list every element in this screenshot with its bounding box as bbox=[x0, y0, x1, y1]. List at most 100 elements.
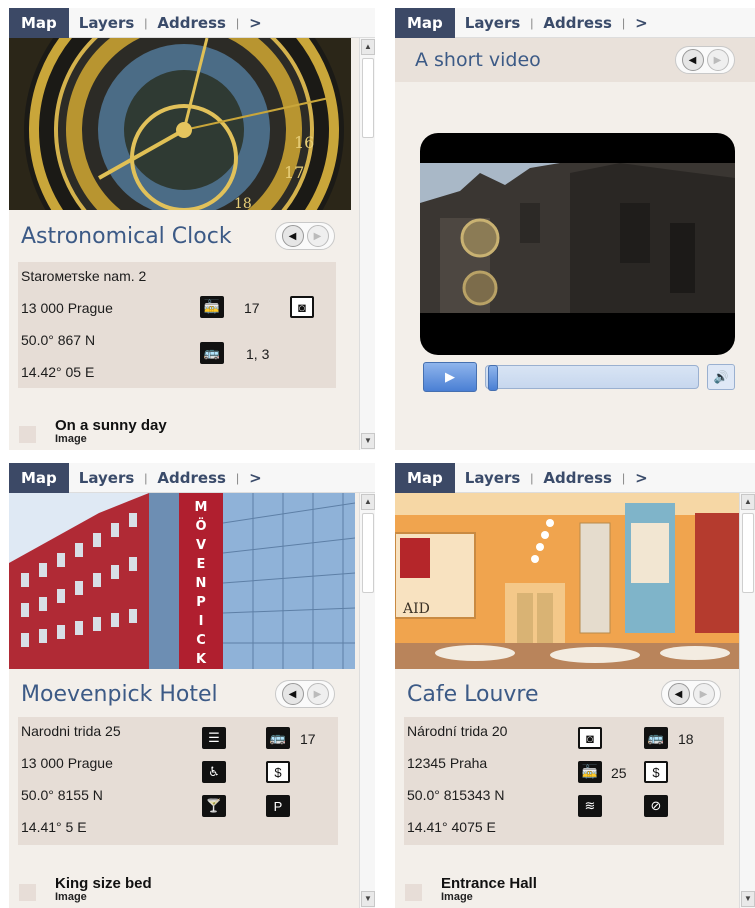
address-street: Narodni trida 25 bbox=[21, 723, 121, 739]
arrow-left-icon: ◀ bbox=[688, 54, 697, 66]
arrow-left-icon: ◀ bbox=[288, 688, 297, 700]
arrow-right-icon: ▶ bbox=[713, 54, 722, 66]
latitude: 50.0° 815343 N bbox=[407, 787, 505, 803]
tram-icon: 🚋 bbox=[578, 761, 602, 783]
tab-map[interactable]: Map bbox=[9, 463, 69, 493]
tab-layers[interactable]: Layers bbox=[69, 8, 145, 38]
address-city: 13 000 Prague bbox=[21, 755, 113, 771]
title-row: Moevenpick Hotel bbox=[21, 676, 218, 712]
bus-icon: 🚌 bbox=[200, 342, 224, 364]
caption-title[interactable]: King size bed bbox=[55, 875, 152, 892]
tab-map[interactable]: Map bbox=[395, 8, 455, 38]
scroll-up-button[interactable]: ▲ bbox=[741, 494, 755, 510]
tab-layers[interactable]: Layers bbox=[455, 8, 531, 38]
panel-short-video: Map Layers | Address | > A short video ◀… bbox=[395, 8, 755, 450]
tab-address[interactable]: Address bbox=[533, 8, 622, 38]
video-title: A short video bbox=[415, 49, 541, 71]
speaker-icon: 🔊 bbox=[713, 370, 729, 384]
currency-exchange-icon: $ bbox=[644, 761, 668, 783]
tab-address[interactable]: Address bbox=[533, 463, 622, 493]
bus-number: 18 bbox=[678, 731, 694, 747]
no-smoking-icon: ⊘ bbox=[644, 795, 668, 817]
next-item-button[interactable]: ▶ bbox=[706, 49, 729, 71]
scroll-up-button[interactable]: ▲ bbox=[361, 494, 375, 510]
tab-map[interactable]: Map bbox=[9, 8, 69, 38]
caption-thumbnail[interactable] bbox=[19, 884, 36, 901]
tab-map[interactable]: Map bbox=[395, 463, 455, 493]
tab-more[interactable]: > bbox=[625, 463, 658, 493]
tab-address[interactable]: Address bbox=[147, 8, 236, 38]
svg-text:N: N bbox=[196, 576, 207, 591]
svg-text:V: V bbox=[196, 538, 206, 553]
svg-text:17: 17 bbox=[284, 163, 304, 182]
previous-item-button[interactable]: ◀ bbox=[281, 225, 304, 247]
longitude: 14.41° 4075 E bbox=[407, 819, 496, 835]
tab-more[interactable]: > bbox=[239, 8, 272, 38]
tab-bar: Map Layers | Address | > bbox=[9, 8, 375, 38]
place-info-box: Staroметske nam. 2 13 000 Prague 50.0° 8… bbox=[18, 262, 336, 388]
scroll-down-button[interactable]: ▼ bbox=[741, 891, 755, 907]
caption-title[interactable]: On a sunny day bbox=[55, 417, 167, 434]
scroll-thumb[interactable] bbox=[362, 58, 374, 138]
bus-number: 17 bbox=[300, 731, 316, 747]
latitude: 50.0° 867 N bbox=[21, 332, 96, 348]
tram-number: 25 bbox=[611, 765, 627, 781]
svg-text:I: I bbox=[199, 614, 204, 629]
bus-icon: 🚌 bbox=[644, 727, 668, 749]
scroll-down-button[interactable]: ▼ bbox=[361, 433, 375, 449]
scrollbar[interactable]: ▲ ▼ bbox=[739, 493, 755, 908]
video-player[interactable] bbox=[420, 133, 735, 355]
svg-text:E: E bbox=[197, 557, 206, 572]
svg-text:K: K bbox=[196, 652, 207, 667]
item-navigation: ◀ ▶ bbox=[675, 46, 735, 74]
scroll-up-button[interactable]: ▲ bbox=[361, 39, 375, 55]
video-controls: ▶ 🔊 bbox=[423, 362, 741, 392]
video-frame-image bbox=[420, 163, 735, 313]
scrollbar[interactable]: ▲ ▼ bbox=[359, 38, 375, 450]
caption-title[interactable]: Entrance Hall bbox=[441, 875, 537, 892]
play-button[interactable]: ▶ bbox=[423, 362, 477, 392]
arrow-left-icon: ◀ bbox=[288, 230, 297, 242]
previous-item-button[interactable]: ◀ bbox=[667, 683, 690, 705]
address-street: Staroметske nam. 2 bbox=[21, 268, 147, 284]
scroll-thumb[interactable] bbox=[742, 513, 754, 593]
arrow-right-icon: ▶ bbox=[313, 230, 322, 242]
longitude: 14.42° 05 E bbox=[21, 364, 95, 380]
tab-layers[interactable]: Layers bbox=[69, 463, 145, 493]
svg-text:16: 16 bbox=[294, 133, 314, 152]
seek-handle[interactable] bbox=[488, 365, 498, 391]
title-row: Astronomical Clock bbox=[21, 218, 232, 254]
tab-layers[interactable]: Layers bbox=[455, 463, 531, 493]
panel-astronomical-clock: Map Layers | Address | > 17 18 16 Astron… bbox=[9, 8, 375, 450]
seek-bar[interactable] bbox=[485, 365, 699, 391]
svg-text:AID: AID bbox=[402, 601, 430, 617]
next-item-button[interactable]: ▶ bbox=[306, 683, 329, 705]
place-title: Cafe Louvre bbox=[407, 681, 539, 707]
menu-list-icon: ☰ bbox=[202, 727, 226, 749]
item-navigation: ◀ ▶ bbox=[275, 222, 335, 250]
title-row: Cafe Louvre bbox=[407, 676, 539, 712]
longitude: 14.41° 5 E bbox=[21, 819, 87, 835]
svg-text:C: C bbox=[196, 633, 206, 648]
title-row: A short video bbox=[415, 42, 541, 78]
scroll-down-button[interactable]: ▼ bbox=[361, 891, 375, 907]
scrollbar[interactable]: ▲ ▼ bbox=[359, 493, 375, 908]
tab-more[interactable]: > bbox=[625, 8, 658, 38]
tab-more[interactable]: > bbox=[239, 463, 272, 493]
previous-item-button[interactable]: ◀ bbox=[681, 49, 704, 71]
item-navigation: ◀ ▶ bbox=[275, 680, 335, 708]
volume-button[interactable]: 🔊 bbox=[707, 364, 735, 390]
tram-icon: 🚋 bbox=[200, 296, 224, 318]
tab-address[interactable]: Address bbox=[147, 463, 236, 493]
caption-thumbnail[interactable] bbox=[19, 426, 36, 443]
scroll-thumb[interactable] bbox=[362, 513, 374, 593]
previous-item-button[interactable]: ◀ bbox=[281, 683, 304, 705]
svg-text:Ö: Ö bbox=[195, 518, 206, 534]
panel-moevenpick-hotel: Map Layers | Address | > MÖVENPICK Moeve… bbox=[9, 463, 375, 908]
next-item-button[interactable]: ▶ bbox=[306, 225, 329, 247]
arrow-left-icon: ◀ bbox=[674, 688, 683, 700]
caption-thumbnail[interactable] bbox=[405, 884, 422, 901]
next-item-button[interactable]: ▶ bbox=[692, 683, 715, 705]
arrow-right-icon: ▶ bbox=[313, 688, 322, 700]
caption-type: Image bbox=[55, 433, 87, 445]
